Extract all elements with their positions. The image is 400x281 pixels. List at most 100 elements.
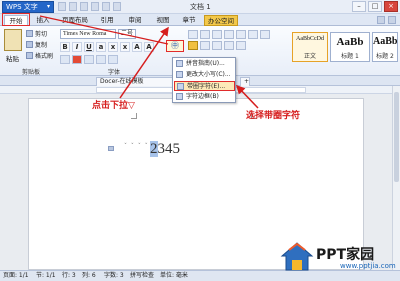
logo-text: PPT家园 (316, 247, 375, 263)
group-label-font: 字体 (108, 69, 121, 76)
quick-access-toolbar (58, 2, 121, 12)
new-tab-button[interactable]: + (240, 77, 250, 86)
clear-format-button[interactable]: A (144, 42, 154, 52)
status-words: 字数: 3 (104, 272, 124, 279)
undo-icon[interactable] (102, 2, 110, 11)
align-center-icon[interactable] (188, 41, 198, 50)
superscript-button[interactable]: x (108, 42, 118, 52)
font-color-button[interactable] (72, 55, 82, 64)
selected-character[interactable]: 2 (150, 141, 158, 157)
highlight-color-button[interactable] (60, 55, 70, 64)
style-heading2-sample: AaBb (373, 36, 398, 47)
menu-item-label: 拼音指南(U)... (186, 60, 225, 67)
bullets-icon[interactable] (188, 30, 198, 39)
paste-icon[interactable] (4, 29, 22, 51)
pptjia-logo: PPT家园 www.pptjia.com (280, 240, 398, 274)
style-heading-1[interactable]: AaBb 标题 1 (330, 32, 370, 62)
margin-corner-mark (131, 113, 137, 119)
font-name-select[interactable]: Times New Roma (60, 29, 116, 39)
style-normal[interactable]: AaBbCcDd 正文 (292, 32, 328, 62)
open-icon[interactable] (69, 2, 77, 11)
scrollbar-thumb[interactable] (394, 92, 399, 182)
collapse-ribbon-icon[interactable] (388, 16, 396, 24)
status-page: 页面: 1/1 (3, 272, 29, 279)
enclosed-char-dropdown-button[interactable]: ㊥ (166, 40, 184, 52)
copy-icon (26, 41, 33, 48)
menu-item-label: 更改大小写(C)... (186, 71, 231, 78)
shrink-font-button[interactable] (108, 55, 118, 64)
numbering-icon[interactable] (200, 30, 210, 39)
italic-button[interactable]: I (72, 42, 82, 52)
document-text[interactable]: 2345 (150, 141, 180, 158)
distribute-icon[interactable] (224, 41, 234, 50)
menu-item-pinyin-guide[interactable]: 拼音指南(U)... (174, 59, 235, 69)
underline-button[interactable]: U (84, 42, 94, 52)
status-spell-check[interactable]: 拼写检查 (130, 271, 154, 281)
enclose-char-icon: ㊥ (171, 41, 179, 50)
font-format-row: B I U a x x A A (60, 42, 154, 52)
menu-item-char-border[interactable]: 字符边框(B) (174, 92, 235, 102)
tab-references[interactable]: 引用 (96, 15, 118, 26)
line-spacing-icon[interactable] (236, 41, 246, 50)
menu-item-enclosed-char[interactable]: 带圈字符(E)... (174, 81, 235, 91)
tab-page-layout[interactable]: 页面布局 (58, 15, 92, 26)
char-shading-button[interactable] (84, 55, 94, 64)
change-case-icon (176, 71, 183, 78)
font-size-select[interactable]: 二号 (118, 29, 136, 39)
format-painter-button[interactable]: 格式刷 (26, 51, 53, 60)
align-left-icon[interactable] (260, 30, 270, 39)
bold-button[interactable]: B (60, 42, 70, 52)
remaining-text[interactable]: 345 (158, 141, 181, 157)
annotation-select-enclosed: 选择带圈字符 (246, 111, 301, 121)
paragraph-marker-icon (108, 146, 114, 151)
paragraph-tools (188, 30, 278, 50)
redo-icon[interactable] (113, 2, 121, 11)
brush-icon (26, 52, 33, 59)
menu-item-change-case[interactable]: 更改大小写(C)... (174, 70, 235, 80)
copy-button[interactable]: 复制 (26, 40, 47, 49)
group-label-clipboard: 剪贴板 (22, 69, 41, 76)
status-section: 节: 1/1 (36, 272, 56, 279)
subscript-button[interactable]: x (120, 42, 130, 52)
menu-item-label: 带圈字符(E)... (187, 83, 226, 90)
increase-indent-icon[interactable] (224, 30, 234, 39)
save-icon[interactable] (80, 2, 88, 11)
sort-icon[interactable] (236, 30, 246, 39)
minimize-button[interactable]: – (352, 1, 366, 12)
align-right-icon[interactable] (200, 41, 210, 50)
style-normal-caption: 正文 (303, 53, 316, 60)
pinyin-icon (176, 60, 183, 67)
style-heading1-sample: AaBb (336, 36, 364, 48)
status-unit: 单位: 毫米 (160, 272, 188, 279)
tab-review[interactable]: 审阅 (124, 15, 146, 26)
font-color-row (60, 55, 118, 64)
grow-font-button[interactable] (96, 55, 106, 64)
help-icon[interactable] (377, 16, 385, 24)
char-border-icon (176, 93, 183, 100)
tab-insert[interactable]: 插入 (32, 15, 54, 26)
status-col: 列: 6 (82, 272, 96, 279)
menu-item-label: 字符边框(B) (186, 93, 219, 100)
cut-button[interactable]: 剪切 (26, 29, 47, 38)
style-heading-2[interactable]: AaBb 标题 2 (372, 32, 398, 62)
enclose-char-icon (177, 83, 184, 90)
scissors-icon (26, 30, 33, 37)
maximize-button[interactable]: □ (368, 1, 382, 12)
document-title: 文档 1 (190, 3, 211, 11)
new-doc-icon[interactable] (58, 2, 66, 11)
print-icon[interactable] (91, 2, 99, 11)
tab-office-space[interactable]: 办公空间 (204, 15, 238, 26)
logo-url: www.pptjia.com (340, 262, 396, 270)
tab-chapter[interactable]: 章节 (178, 15, 200, 26)
app-menu-label: WPS 文字 (6, 3, 38, 11)
show-marks-icon[interactable] (248, 30, 258, 39)
app-menu-button[interactable]: WPS 文字 ▾ (2, 1, 54, 13)
font-effects-button[interactable]: A (132, 42, 142, 52)
house-logo-icon (280, 242, 314, 271)
justify-icon[interactable] (212, 41, 222, 50)
strikethrough-button[interactable]: a (96, 42, 106, 52)
close-button[interactable]: × (384, 1, 398, 12)
tab-view[interactable]: 视图 (152, 15, 174, 26)
decrease-indent-icon[interactable] (212, 30, 222, 39)
paste-label: 粘贴 (6, 55, 19, 63)
